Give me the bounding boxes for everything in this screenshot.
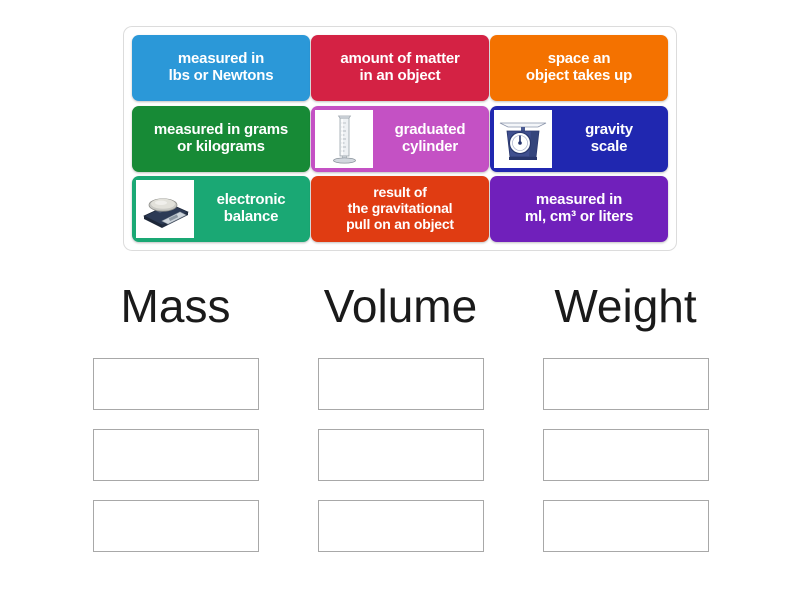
tile-label-line: the gravitational — [347, 200, 453, 217]
tile-label: measured in ml, cm³ or liters — [521, 191, 637, 226]
tile-label: result of the gravitational pull on an o… — [342, 185, 458, 232]
tile-space-an-object-takes-up[interactable]: space an object takes up — [490, 35, 668, 101]
graduated-cylinder-image — [315, 109, 373, 168]
tile-label-line: space an — [547, 50, 611, 68]
tile-label-line: result of — [373, 184, 427, 201]
dropzone-mass-3[interactable] — [92, 500, 259, 552]
category-title: Weight — [554, 280, 697, 332]
tile-measured-in-grams-or-kilograms[interactable]: measured in grams or kilograms — [132, 105, 310, 172]
tile-label: electronic balance — [194, 191, 310, 226]
category-title: Volume — [323, 280, 478, 332]
dropzone-volume-1[interactable] — [317, 358, 484, 410]
electronic-balance-image — [136, 180, 194, 238]
category-column-volume: Volume — [288, 283, 513, 571]
tile-label-line: measured in — [535, 191, 623, 209]
tile-label-line: cylinder — [402, 137, 458, 155]
tile-label: space an object takes up — [522, 50, 636, 85]
tile-row: electronic balance result of the gravita… — [132, 176, 668, 242]
tile-measured-in-ml-cm3-or-liters[interactable]: measured in ml, cm³ or liters — [490, 176, 668, 242]
tile-label: measured in grams or kilograms — [150, 120, 292, 156]
tile-label-line: graduated — [394, 120, 466, 138]
tile-label-line: or kilograms — [177, 137, 265, 155]
category-column-weight: Weight — [513, 283, 738, 571]
dropzone-volume-3[interactable] — [317, 500, 484, 552]
tile-label-line: object takes up — [525, 67, 633, 84]
tile-label-line: electronic — [216, 191, 286, 209]
tile-label-line: scale — [590, 137, 628, 155]
category-columns: Mass Volume Weight — [0, 283, 800, 571]
dropzone-weight-3[interactable] — [542, 500, 709, 552]
tile-label-line: balance — [223, 208, 279, 225]
kitchen-spring-scale-image — [494, 109, 552, 168]
tile-label-line: in an object — [359, 67, 441, 84]
dropzone-weight-2[interactable] — [542, 429, 709, 481]
tile-measured-in-lbs-or-newtons[interactable]: measured in lbs or Newtons — [132, 35, 310, 101]
dropzone-weight-1[interactable] — [542, 358, 709, 410]
tile-row: measured in lbs or Newtons amount of mat… — [132, 35, 668, 101]
tile-result-of-the-gravitational-pull-on-an-object[interactable]: result of the gravitational pull on an o… — [311, 176, 489, 242]
tile-label-line: gravity — [585, 120, 633, 138]
tile-bank-card: measured in lbs or Newtons amount of mat… — [123, 26, 677, 251]
tile-label-line: amount of matter — [340, 50, 460, 68]
tile-label: graduated cylinder — [373, 120, 489, 156]
category-column-mass: Mass — [63, 283, 288, 571]
tile-gravity-scale[interactable]: gravity scale — [490, 105, 668, 172]
dropzone-mass-2[interactable] — [92, 429, 259, 481]
tile-label-line: measured in — [177, 50, 265, 68]
category-title: Mass — [120, 280, 231, 332]
tile-label-line: measured in grams — [153, 120, 289, 138]
dropzone-volume-2[interactable] — [317, 429, 484, 481]
dropzone-mass-1[interactable] — [92, 358, 259, 410]
tile-amount-of-matter-in-an-object[interactable]: amount of matter in an object — [311, 35, 489, 101]
tile-row: measured in grams or kilograms graduated… — [132, 105, 668, 172]
tile-label-line: lbs or Newtons — [168, 67, 274, 84]
tile-electronic-balance[interactable]: electronic balance — [132, 176, 310, 242]
tile-graduated-cylinder[interactable]: graduated cylinder — [311, 105, 489, 172]
tile-label: gravity scale — [552, 120, 668, 156]
tile-label-line: pull on an object — [346, 215, 454, 232]
tile-label: measured in lbs or Newtons — [165, 50, 278, 85]
tile-label-line: ml, cm³ or liters — [524, 208, 634, 225]
tile-label: amount of matter in an object — [336, 50, 463, 85]
